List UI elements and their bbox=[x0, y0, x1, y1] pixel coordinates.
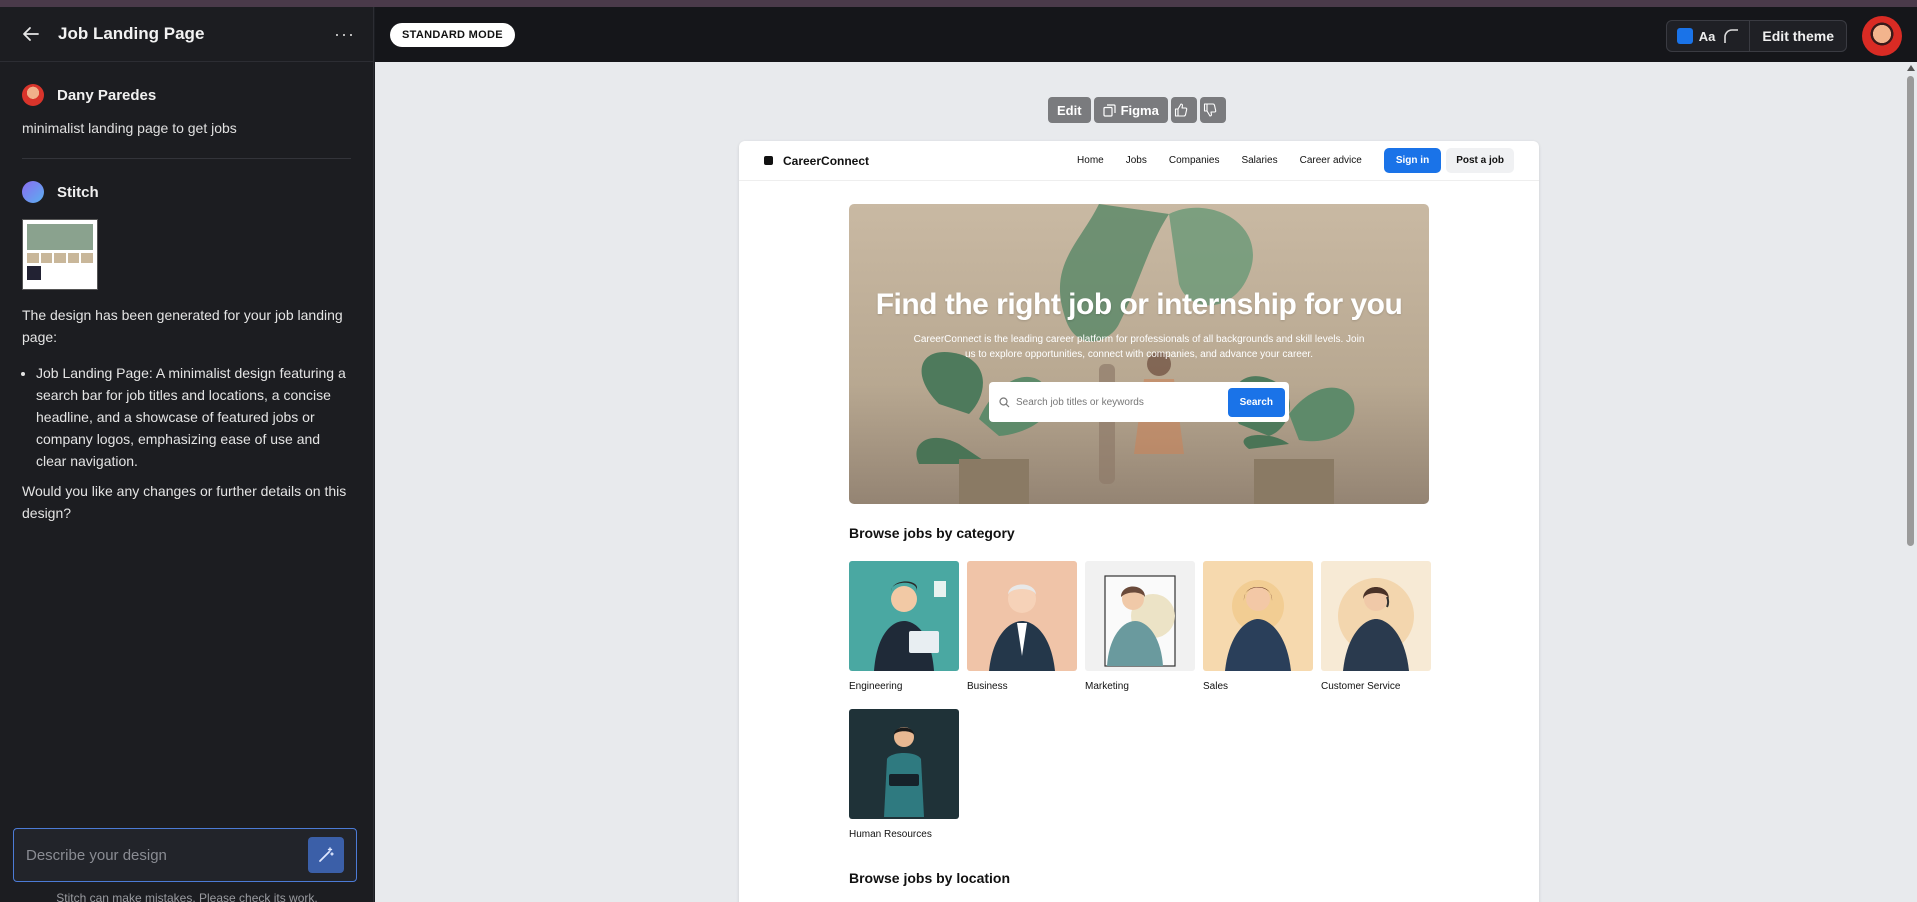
generate-button[interactable] bbox=[308, 837, 344, 873]
thumbnail-tile bbox=[27, 266, 41, 280]
customer-service-illustration bbox=[1321, 561, 1431, 671]
hero-subtitle: CareerConnect is the leading career plat… bbox=[913, 334, 1365, 360]
job-search-input[interactable]: Search job titles or keywords bbox=[1016, 397, 1228, 408]
bot-name: Stitch bbox=[57, 183, 99, 201]
category-label: Marketing bbox=[1085, 681, 1129, 692]
hero-banner: Find the right job or internship for you… bbox=[849, 204, 1429, 504]
mode-toggle[interactable]: STANDARD MODE bbox=[390, 22, 515, 47]
user-name: Dany Paredes bbox=[57, 86, 157, 104]
bot-question: Would you like any changes or further de… bbox=[22, 483, 347, 521]
category-sales[interactable]: Sales bbox=[1203, 561, 1313, 692]
thumbs-down-icon bbox=[1204, 103, 1217, 117]
edit-theme-button[interactable]: Edit theme bbox=[1750, 28, 1846, 44]
site-brand[interactable]: CareerConnect bbox=[783, 154, 1055, 168]
figma-button[interactable]: Figma bbox=[1093, 97, 1168, 123]
prompt-input[interactable] bbox=[26, 846, 308, 864]
job-search-bar: Search job titles or keywords Search bbox=[989, 382, 1289, 422]
bot-message-header: Stitch bbox=[22, 181, 351, 203]
arrow-left-icon[interactable] bbox=[18, 21, 44, 47]
category-label: Sales bbox=[1203, 681, 1229, 692]
sign-in-button[interactable]: Sign in bbox=[1383, 148, 1442, 173]
nav-companies[interactable]: Companies bbox=[1169, 155, 1220, 166]
edit-button[interactable]: Edit bbox=[1048, 97, 1091, 123]
engineering-illustration bbox=[849, 561, 959, 671]
prompt-composer bbox=[13, 828, 357, 882]
thumbnail-hero bbox=[27, 224, 93, 250]
category-label: Customer Service bbox=[1321, 681, 1401, 692]
site-navbar: CareerConnect Home Jobs Companies Salari… bbox=[739, 141, 1539, 181]
stitch-logo-icon bbox=[22, 181, 44, 203]
nav-jobs[interactable]: Jobs bbox=[1126, 155, 1147, 166]
nav-home[interactable]: Home bbox=[1077, 155, 1104, 166]
account-avatar[interactable] bbox=[1862, 16, 1902, 56]
thumbs-up-button[interactable] bbox=[1170, 97, 1197, 123]
marketing-illustration bbox=[1085, 561, 1195, 671]
canvas-scrollbar[interactable] bbox=[1904, 62, 1917, 902]
figma-label: Figma bbox=[1120, 102, 1159, 118]
bot-list: Job Landing Page: A minimalist design fe… bbox=[22, 362, 351, 472]
business-illustration bbox=[967, 561, 1077, 671]
design-canvas: Edit Figma CareerConnect Home Jobs Compa… bbox=[375, 62, 1904, 902]
human-resources-illustration bbox=[849, 709, 959, 819]
category-customer-service[interactable]: Customer Service bbox=[1321, 561, 1431, 692]
nav-career-advice[interactable]: Career advice bbox=[1300, 155, 1362, 166]
copy-icon bbox=[1102, 103, 1116, 117]
design-thumbnail[interactable] bbox=[22, 219, 98, 290]
project-title: Job Landing Page bbox=[58, 24, 205, 43]
window-top-strip bbox=[0, 0, 1917, 7]
category-label: Business bbox=[967, 681, 1008, 692]
category-label: Human Resources bbox=[849, 829, 932, 840]
corner-radius-icon[interactable] bbox=[1723, 28, 1739, 44]
bot-message: The design has been generated for your j… bbox=[22, 304, 351, 524]
category-label: Engineering bbox=[849, 681, 903, 692]
more-options-icon[interactable]: ··· bbox=[334, 24, 355, 45]
category-engineering[interactable]: Engineering bbox=[849, 561, 959, 692]
disclaimer-text: Stitch can make mistakes. Please check i… bbox=[56, 891, 318, 902]
thumbnail-grid bbox=[27, 253, 93, 263]
user-avatar bbox=[22, 84, 44, 106]
nav-salaries[interactable]: Salaries bbox=[1241, 155, 1277, 166]
chat-header: Job Landing Page ··· bbox=[0, 7, 373, 62]
theme-controls: Aa Edit theme bbox=[1665, 20, 1847, 52]
category-marketing[interactable]: Marketing bbox=[1085, 561, 1195, 692]
search-icon bbox=[999, 396, 1010, 407]
frame-toolbar: Edit Figma bbox=[1048, 97, 1226, 123]
sales-illustration bbox=[1203, 561, 1313, 671]
chat-panel: Job Landing Page ··· Dany Paredes minima… bbox=[0, 7, 374, 902]
thumbs-up-icon bbox=[1175, 103, 1188, 117]
bot-intro: The design has been generated for your j… bbox=[22, 307, 343, 345]
category-business[interactable]: Business bbox=[967, 561, 1077, 692]
font-selector[interactable]: Aa bbox=[1699, 29, 1716, 44]
scroll-up-arrow-icon[interactable] bbox=[1907, 65, 1915, 71]
thumbs-down-button[interactable] bbox=[1199, 97, 1226, 123]
magic-wand-icon bbox=[319, 847, 334, 862]
top-bar: STANDARD MODE Aa Edit theme bbox=[375, 7, 1917, 62]
user-message-header: Dany Paredes bbox=[22, 84, 351, 106]
message-divider bbox=[22, 158, 351, 159]
search-button[interactable]: Search bbox=[1227, 387, 1285, 417]
color-swatch[interactable] bbox=[1676, 28, 1693, 44]
brand-logo-icon bbox=[764, 156, 773, 165]
chat-thread: Dany Paredes minimalist landing page to … bbox=[0, 62, 373, 560]
design-preview-frame[interactable]: CareerConnect Home Jobs Companies Salari… bbox=[739, 141, 1539, 902]
category-human-resources[interactable]: Human Resources bbox=[849, 709, 959, 840]
user-message: minimalist landing page to get jobs bbox=[22, 120, 237, 136]
scroll-thumb[interactable] bbox=[1907, 76, 1914, 546]
hero-title: Find the right job or internship for you bbox=[875, 288, 1403, 321]
browse-category-heading: Browse jobs by category bbox=[849, 525, 1015, 541]
bot-bullet: Job Landing Page: A minimalist design fe… bbox=[36, 362, 351, 472]
browse-location-heading: Browse jobs by location bbox=[849, 870, 1011, 886]
post-job-button[interactable]: Post a job bbox=[1446, 148, 1514, 173]
